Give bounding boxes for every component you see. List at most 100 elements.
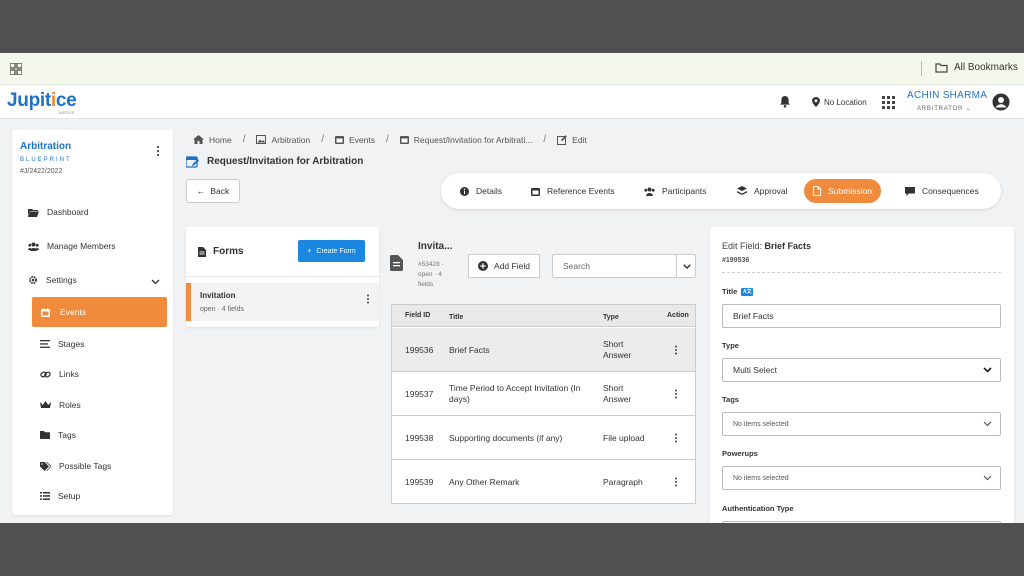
apps-grid-icon[interactable]	[10, 63, 22, 75]
app-header: Jupitice JUSTICE No Location ACHIN SHARM…	[0, 85, 1024, 119]
table-row[interactable]: 199538 Supporting documents (if any) Fil…	[392, 416, 695, 460]
edit-field-panel: Edit Field: Brief Facts #199536 Title A文…	[710, 227, 1014, 523]
cell-type: Paragraph	[603, 477, 643, 487]
cell-field-id: 199537	[405, 389, 434, 399]
tab-label: Consequences	[922, 186, 979, 196]
all-bookmarks-button[interactable]: All Bookmarks	[935, 62, 1018, 73]
add-field-button[interactable]: Add Field	[468, 254, 540, 278]
sidebar-item-links[interactable]: Links	[40, 369, 79, 379]
type-label: Type	[722, 341, 739, 350]
kebab-menu-icon[interactable]	[366, 294, 370, 304]
chevron-down-icon	[983, 475, 992, 481]
title-input[interactable]: Brief Facts	[722, 304, 1001, 328]
breadcrumb-request[interactable]: Request/Invitation for Arbitrati...	[399, 134, 533, 145]
tab-details[interactable]: Details	[451, 179, 511, 203]
tab-label: Approval	[754, 186, 788, 196]
search-input[interactable]	[553, 255, 677, 277]
app-logo[interactable]: Jupitice	[7, 90, 77, 112]
link-icon	[40, 370, 51, 378]
form-meta: open · 4 fields	[200, 306, 244, 313]
authentication-type-label: Authentication Type	[722, 504, 794, 513]
sidebar-item-settings[interactable]: Settings	[28, 275, 77, 285]
sidebar-item-events[interactable]: Events	[32, 297, 167, 327]
translate-icon[interactable]: A文	[741, 287, 754, 296]
sidebar-item-label: Roles	[59, 400, 81, 410]
sidebar-title: Arbitration	[20, 141, 72, 152]
sidebar-item-stages[interactable]: Stages	[40, 339, 84, 349]
tags-label: Tags	[722, 395, 739, 404]
breadcrumb-events[interactable]: Events	[335, 135, 375, 145]
kebab-menu-icon[interactable]	[155, 145, 161, 157]
sidebar-subtitle: BLUEPRINT	[20, 157, 72, 163]
sidebar-item-label: Dashboard	[47, 207, 89, 217]
title-label: Title A文	[722, 287, 754, 296]
form-list-item[interactable]: Invitation open · 4 fields	[186, 283, 379, 321]
powerups-select[interactable]: No items selected	[722, 466, 1001, 490]
cell-field-id: 199536	[405, 345, 434, 355]
kebab-menu-icon[interactable]	[674, 389, 678, 399]
tab-label: Participants	[662, 186, 707, 196]
tab-consequences[interactable]: Consequences	[896, 179, 988, 203]
user-role-label: ARBITRATOR	[917, 106, 964, 112]
kebab-menu-icon[interactable]	[674, 477, 678, 487]
gear-icon	[29, 276, 37, 284]
plus-circle-icon	[478, 261, 489, 271]
breadcrumb-label: Request/Invitation for Arbitrati...	[413, 134, 533, 145]
arrow-left-icon: ←	[196, 186, 206, 196]
sidebar-item-label: Setup	[58, 491, 81, 501]
document-icon	[813, 186, 821, 196]
breadcrumb-arbitration[interactable]: Arbitration	[256, 135, 310, 145]
tab-bar: Details Reference Events Participants Ap…	[441, 173, 1001, 209]
sidebar-item-label: Stages	[58, 339, 85, 349]
forms-heading: Forms	[198, 246, 244, 257]
layers-icon	[737, 186, 747, 195]
table-header: Field ID Title Type Action	[392, 305, 695, 327]
sidebar: Arbitration BLUEPRINT #J/2422/2022 Dashb…	[12, 130, 173, 515]
calendar-icon	[399, 136, 409, 144]
cell-field-id: 199539	[405, 477, 434, 487]
kebab-menu-icon[interactable]	[674, 345, 678, 355]
create-form-button[interactable]: + Create Form	[298, 240, 365, 262]
cell-title: Brief Facts	[449, 345, 490, 355]
form-detail-fields: fields	[418, 281, 434, 288]
type-select[interactable]: Multi Select	[722, 358, 1001, 382]
sidebar-id: #J/2422/2022	[20, 168, 63, 175]
search-dropdown-button[interactable]	[676, 255, 696, 277]
location-selector[interactable]: No Location	[812, 97, 867, 107]
search-box	[552, 254, 696, 278]
tab-approval[interactable]: Approval	[728, 179, 797, 203]
document-icon	[390, 255, 403, 271]
back-button[interactable]: ← Back	[186, 179, 240, 203]
chevron-down-icon[interactable]	[151, 279, 160, 285]
tab-submission[interactable]: Submission	[804, 179, 881, 203]
kebab-menu-icon[interactable]	[674, 433, 678, 443]
sidebar-item-dashboard[interactable]: Dashboard	[28, 207, 89, 217]
tab-participants[interactable]: Participants	[635, 179, 715, 203]
tags-select[interactable]: No items selected	[722, 412, 1001, 436]
sidebar-item-tags[interactable]: Tags	[40, 430, 76, 440]
breadcrumb-label: Arbitration	[271, 134, 311, 145]
calendar-icon	[531, 187, 540, 196]
user-role[interactable]: ARBITRATOR ⌄	[917, 105, 971, 112]
breadcrumb-home[interactable]: Home	[193, 135, 232, 145]
table-row[interactable]: 199539 Any Other Remark Paragraph	[392, 460, 695, 504]
tab-reference-events[interactable]: Reference Events	[522, 179, 624, 203]
form-detail-id: #53428 ·	[418, 261, 444, 268]
sidebar-item-roles[interactable]: Roles	[40, 400, 81, 410]
user-name[interactable]: ACHIN SHARMA	[907, 90, 987, 101]
bell-icon[interactable]	[779, 95, 791, 108]
sidebar-item-setup[interactable]: Setup	[40, 491, 80, 501]
avatar-icon[interactable]	[992, 93, 1010, 111]
sidebar-item-manage-members[interactable]: Manage Members	[28, 241, 116, 251]
forms-panel: Forms + Create Form Invitation open · 4 …	[186, 227, 379, 327]
table-row[interactable]: 199536 Brief Facts Short Answer	[392, 328, 695, 372]
page-title: Request/Invitation for Arbitration	[186, 155, 363, 168]
breadcrumb-edit[interactable]: Edit	[557, 135, 587, 145]
powerups-select-value: No items selected	[733, 474, 789, 482]
sidebar-item-possible-tags[interactable]: Possible Tags	[40, 461, 111, 471]
apps-menu-icon[interactable]	[882, 96, 895, 109]
form-detail-status: open · 4	[418, 271, 442, 278]
table-row[interactable]: 199537 Time Period to Accept Invitation …	[392, 372, 695, 416]
edit-field-prefix: Edit Field:	[722, 241, 763, 251]
header-field-id: Field ID	[405, 312, 431, 319]
